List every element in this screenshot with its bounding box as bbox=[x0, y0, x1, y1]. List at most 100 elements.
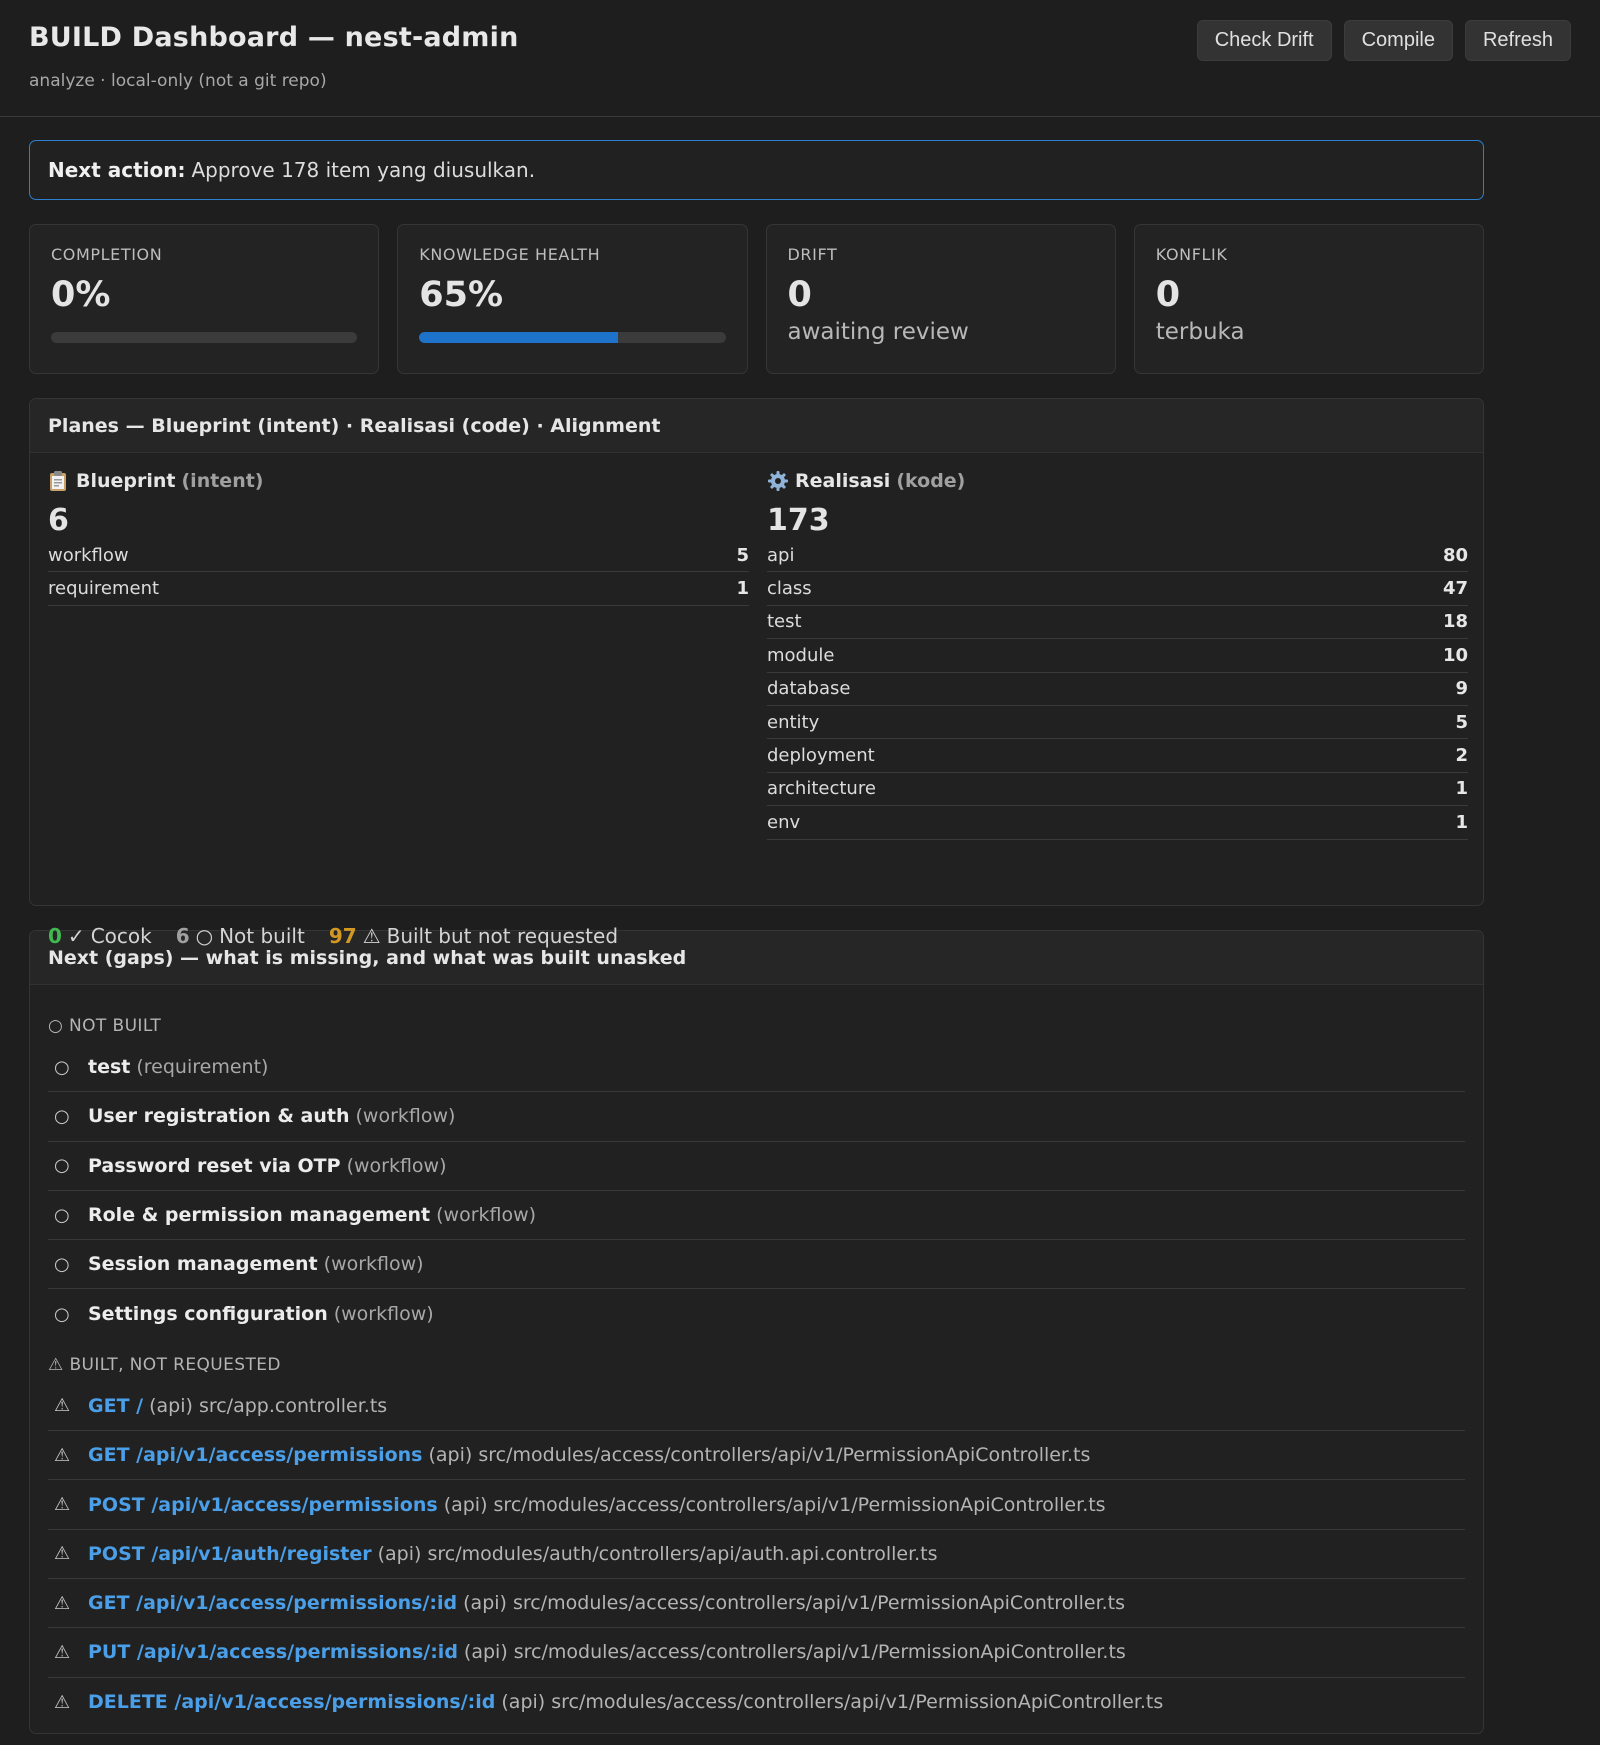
summary-item: 97 ⚠ Built but not requested bbox=[329, 924, 618, 948]
not-built-item-type: (workflow) bbox=[355, 1105, 456, 1128]
blueprint-row-label: requirement bbox=[48, 578, 160, 600]
summary-label: Built but not requested bbox=[386, 924, 619, 948]
api-endpoint-link[interactable]: GET /api/v1/access/permissions bbox=[88, 1444, 423, 1466]
circle-icon: ○ bbox=[54, 1253, 70, 1275]
api-endpoint-source: (api) src/modules/access/controllers/api… bbox=[463, 1641, 1126, 1664]
warning-icon: ⚠ bbox=[54, 1641, 71, 1663]
realisasi-row: module 10 bbox=[767, 639, 1468, 673]
api-endpoint-source: (api) src/modules/access/controllers/api… bbox=[428, 1444, 1091, 1467]
built-not-requested-list: ⚠ GET / (api) src/app.controller.ts ⚠ GET /a… bbox=[48, 1382, 1465, 1727]
warning-icon: ⚠ bbox=[54, 1691, 71, 1713]
not-built-item-type: (workflow) bbox=[323, 1253, 424, 1276]
api-endpoint-link[interactable]: DELETE /api/v1/access/permissions/:id bbox=[88, 1691, 495, 1713]
built-not-requested-item: ⚠ GET /api/v1/access/permissions (api) src… bbox=[48, 1431, 1465, 1481]
api-endpoint-source: (api) src/modules/access/controllers/api… bbox=[501, 1691, 1164, 1714]
summary-label: Not built bbox=[219, 924, 305, 948]
realisasi-row-label: api bbox=[767, 544, 795, 566]
summary-count: 6 bbox=[175, 924, 190, 948]
gear-icon bbox=[767, 470, 789, 492]
next-action-text: Approve 178 item yang diusulkan. bbox=[191, 158, 536, 182]
realisasi-row-value: 9 bbox=[1455, 678, 1468, 700]
realisasi-row-value: 47 bbox=[1442, 578, 1468, 600]
summary-symbol-icon: ⚠ bbox=[362, 924, 381, 948]
refresh-button[interactable]: Refresh bbox=[1464, 20, 1571, 61]
summary-count: 0 bbox=[48, 924, 62, 948]
api-endpoint-link[interactable]: POST /api/v1/auth/register bbox=[88, 1543, 372, 1565]
planes-panel: Planes — Blueprint (intent) · Realisasi … bbox=[29, 398, 1484, 948]
planes-panel-title: Planes — Blueprint (intent) · Realisasi … bbox=[30, 399, 1483, 453]
blueprint-row: workflow 5 bbox=[48, 539, 749, 573]
not-built-item: ○ Settings configuration (workflow) bbox=[48, 1289, 1465, 1338]
not-built-item-type: (workflow) bbox=[346, 1154, 447, 1177]
not-built-item: ○ Role & permission management (workflow) bbox=[48, 1191, 1465, 1241]
blueprint-title: Blueprint bbox=[76, 470, 176, 492]
not-built-item-name: Session management bbox=[88, 1253, 318, 1276]
not-built-item-type: (requirement) bbox=[136, 1056, 269, 1079]
not-built-item-name: User registration & auth bbox=[88, 1105, 350, 1128]
api-endpoint-source: (api) src/app.controller.ts bbox=[149, 1394, 388, 1417]
not-built-item: ○ User registration & auth (workflow) bbox=[48, 1092, 1465, 1142]
circle-icon: ○ bbox=[54, 1155, 70, 1177]
api-endpoint-link[interactable]: PUT /api/v1/access/permissions/:id bbox=[88, 1641, 458, 1663]
built-not-requested-item: ⚠ GET /api/v1/access/permissions/:id (api)… bbox=[48, 1579, 1465, 1629]
warning-icon: ⚠ bbox=[54, 1494, 71, 1516]
realisasi-row-value: 80 bbox=[1442, 544, 1468, 566]
api-endpoint-link[interactable]: GET / bbox=[88, 1395, 143, 1417]
next-action-label: Next action: bbox=[48, 158, 186, 182]
realisasi-row-value: 1 bbox=[1455, 811, 1468, 833]
completion-value: 0% bbox=[51, 275, 111, 315]
realisasi-row-label: module bbox=[767, 644, 835, 666]
circle-icon: ○ bbox=[54, 1204, 70, 1226]
realisasi-row: architecture 1 bbox=[767, 773, 1468, 807]
konflik-card: KONFLIK 0 terbuka bbox=[1133, 224, 1484, 374]
blueprint-total: 6 bbox=[48, 503, 69, 538]
api-endpoint-link[interactable]: POST /api/v1/access/permissions bbox=[88, 1494, 438, 1516]
not-built-item-name: Settings configuration bbox=[88, 1303, 328, 1326]
summary-symbol-icon: ○ bbox=[195, 924, 214, 948]
summary-item: 6 ○ Not built bbox=[176, 924, 305, 948]
circle-icon: ○ bbox=[54, 1105, 70, 1127]
realisasi-row-label: entity bbox=[767, 711, 820, 733]
realisasi-row-label: class bbox=[767, 578, 812, 600]
realisasi-row: test 18 bbox=[767, 606, 1468, 640]
page-header: BUILD Dashboard — nest-admin analyze · l… bbox=[0, 0, 1600, 117]
realisasi-row-value: 5 bbox=[1455, 711, 1468, 733]
blueprint-list: workflow 5 requirement 1 bbox=[48, 539, 749, 606]
api-endpoint-link[interactable]: GET /api/v1/access/permissions/:id bbox=[88, 1592, 457, 1614]
konflik-label: KONFLIK bbox=[1155, 245, 1228, 264]
konflik-value: 0 bbox=[1155, 275, 1181, 315]
check-drift-button[interactable]: Check Drift bbox=[1196, 20, 1332, 61]
built-not-requested-item: ⚠ POST /api/v1/auth/register (api) src/mod… bbox=[48, 1530, 1465, 1579]
realisasi-row: database 9 bbox=[767, 673, 1468, 706]
not-built-item-type: (workflow) bbox=[436, 1204, 537, 1227]
knowledge-health-value: 65% bbox=[419, 275, 504, 315]
konflik-sub: terbuka bbox=[1155, 318, 1245, 345]
api-endpoint-source: (api) src/modules/access/controllers/api… bbox=[463, 1592, 1126, 1615]
blueprint-qualifier: (intent) bbox=[181, 470, 264, 492]
knowledge-health-progress-fill bbox=[419, 331, 619, 343]
realisasi-row: class 47 bbox=[767, 572, 1468, 606]
drift-card: DRIFT 0 awaiting review bbox=[765, 224, 1116, 374]
realisasi-row: entity 5 bbox=[767, 706, 1468, 740]
warning-icon: ⚠ bbox=[54, 1444, 71, 1466]
drift-value: 0 bbox=[787, 275, 812, 315]
realisasi-row-label: deployment bbox=[767, 745, 875, 767]
circle-icon: ○ bbox=[54, 1303, 70, 1325]
not-built-item-name: Password reset via OTP bbox=[88, 1154, 341, 1177]
next-action-banner: Next action: Approve 178 item yang diusu… bbox=[29, 140, 1484, 200]
built-not-requested-item: ⚠ PUT /api/v1/access/permissions/:id (api)… bbox=[48, 1628, 1465, 1678]
built-not-requested-item: ⚠ DELETE /api/v1/access/permissions/:id (a… bbox=[48, 1678, 1465, 1727]
blueprint-row-label: workflow bbox=[48, 544, 129, 566]
knowledge-health-label: KNOWLEDGE HEALTH bbox=[419, 245, 601, 264]
compile-button[interactable]: Compile bbox=[1343, 20, 1453, 61]
blueprint-row-value: 1 bbox=[736, 578, 749, 600]
summary-item: 0 ✓ Cocok bbox=[48, 924, 152, 948]
completion-label: COMPLETION bbox=[51, 245, 163, 264]
built-not-requested-item: ⚠ POST /api/v1/access/permissions (api) sr… bbox=[48, 1480, 1465, 1530]
completion-progress-bar bbox=[51, 331, 358, 343]
summary-symbol-icon: ✓ bbox=[67, 924, 85, 948]
main-content: Next action: Approve 178 item yang diusu… bbox=[0, 117, 1484, 1734]
blueprint-row: requirement 1 bbox=[48, 572, 749, 606]
not-built-item: ○ Password reset via OTP (workflow) bbox=[48, 1142, 1465, 1191]
summary-count: 97 bbox=[328, 924, 357, 948]
